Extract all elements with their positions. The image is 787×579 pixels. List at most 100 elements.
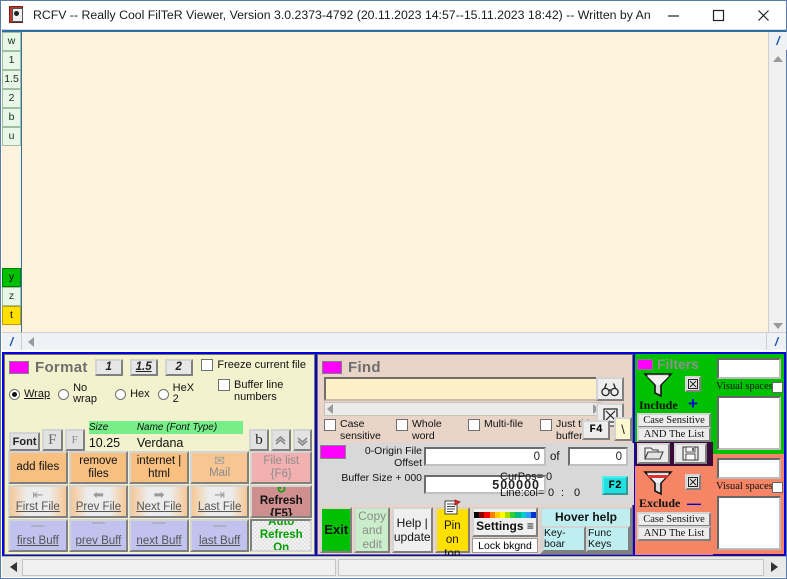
font-bold-button[interactable]: b [248,429,270,451]
f2-button[interactable]: F2 [602,476,628,495]
prev-buff-button[interactable]: ⎺ prev Buff [68,519,129,552]
font-bigger-button[interactable]: F [42,429,63,451]
vertical-scroll-track[interactable] [769,67,787,316]
radio-wrap[interactable]: Wrap [9,388,50,400]
gutter-button-1-5[interactable]: 1.5 [2,70,21,89]
last-file-button[interactable]: ⇥ Last File [189,485,250,518]
filters-color-swatch[interactable] [637,358,653,370]
remove-files-button[interactable]: remove files [68,451,129,484]
keyboard-help-button[interactable]: Key-boar [542,526,587,552]
find-color-swatch[interactable] [322,360,342,374]
next-file-button[interactable]: ➡ Next File [129,485,189,518]
font-smaller-button[interactable]: F [64,429,85,451]
gutter-button-1[interactable]: 1 [2,51,21,70]
exclude-clear-filter-icon[interactable] [685,474,701,490]
next-buff-button[interactable]: ⎺ next Buff [129,519,189,552]
backslash-button[interactable]: \ [614,417,632,441]
freeze-checkbox-box[interactable] [201,359,214,371]
file-total-input[interactable]: 0 [568,447,628,466]
internet-html-button[interactable]: internet | html [129,451,189,484]
radio-no-wrap[interactable]: No wrap [58,383,107,405]
lock-bkgnd-button[interactable]: Lock bkgnd [472,538,539,553]
refresh-button[interactable]: ↻ Refresh {F5} [250,485,313,518]
include-clear-filter-icon[interactable] [685,376,701,392]
text-content-pane[interactable] [23,32,768,334]
chevron-down-icon[interactable] [292,429,312,451]
help-update-button[interactable]: Help | update [391,507,433,553]
buffer-line-numbers-checkbox[interactable]: Buffer line numbers [218,379,306,403]
auto-refresh-button[interactable]: Auto Refresh On [250,519,313,552]
scroll-up-arrow[interactable] [769,50,787,67]
format-size-15-button[interactable]: 1.5 [129,358,158,376]
exclude-case-sensitive-button[interactable]: Case Sensitive [637,512,711,527]
maximize-button[interactable] [696,1,741,29]
hscroll-slash-button-left[interactable]: / [2,333,22,350]
exclude-and-the-list-button[interactable]: AND The List [637,526,711,541]
file-offset-input[interactable]: 0 [424,447,546,466]
gutter-button-2[interactable]: 2 [2,89,21,108]
binoculars-icon[interactable] [596,377,624,401]
format-color-swatch[interactable] [9,360,29,374]
format-size-1-button[interactable]: 1 [94,358,123,376]
vscroll-slash-button[interactable]: / [769,32,787,50]
offset-color-swatch[interactable] [320,445,346,459]
copy-and-edit-button[interactable]: Copy and edit [354,507,390,553]
status-scroll-thumb[interactable] [22,558,336,576]
last-buff-button[interactable]: ⎻ last Buff [189,519,250,552]
gutter-button-u[interactable]: u [2,127,21,146]
add-files-button[interactable]: add files [8,451,68,484]
f4-button[interactable]: F4 [582,420,610,440]
just-this-buffer-box[interactable] [540,419,552,431]
format-size-2-button[interactable]: 2 [164,358,193,376]
gutter-button-w[interactable]: w [2,32,21,51]
font-button[interactable]: Font [9,432,41,451]
include-filter-input[interactable] [717,358,781,379]
bottom-scrollbar[interactable] [2,556,786,577]
exclude-filter-input[interactable] [717,458,781,479]
file-list-button[interactable]: File list {F6} [250,451,313,484]
prev-file-button[interactable]: ⬅ Prev File [68,485,129,518]
save-icon[interactable] [674,443,707,464]
horizontal-scroll-track[interactable] [40,333,766,350]
first-buff-button[interactable]: ⎻ first Buff [8,519,68,552]
include-filter-list[interactable] [717,396,781,450]
multi-file-box[interactable] [468,419,480,431]
status-scroll-left-arrow[interactable] [5,558,22,576]
vertical-scrollbar[interactable]: / [768,32,787,334]
radio-wrap-dot[interactable] [9,388,20,400]
first-file-button[interactable]: ⇤ First File [8,485,68,518]
hscroll-slash-button-right[interactable]: / [766,333,786,350]
chevron-up-icon[interactable] [271,429,291,451]
include-and-the-list-button[interactable]: AND The List [637,427,711,442]
exit-button[interactable]: Exit [320,507,353,553]
radio-hex2-dot[interactable] [157,388,169,400]
mail-button[interactable]: ✉ Mail [189,451,250,484]
whole-word-checkbox[interactable]: Whole word [396,418,468,442]
exclude-visual-spaces-checkbox[interactable] [772,482,783,493]
status-scroll-right-arrow[interactable] [766,559,783,576]
minimize-button[interactable] [651,1,696,29]
radio-hex2[interactable]: HeX 2 [157,383,203,405]
pin-on-top-button[interactable]: Pin on top [434,499,471,560]
exclude-remove-icon[interactable]: — [687,496,701,510]
open-folder-icon[interactable] [637,443,670,464]
gutter-button-t[interactable]: t [2,306,21,325]
status-scroll-track[interactable] [338,558,764,576]
radio-no-wrap-dot[interactable] [58,388,70,400]
include-add-icon[interactable]: + [688,395,698,412]
whole-word-box[interactable] [396,419,408,431]
close-button[interactable] [741,1,786,29]
multi-file-checkbox[interactable]: Multi-file [468,418,540,442]
font-display[interactable]: Size Name (Font Type) 10.25 Verdana [88,421,243,451]
gutter-button-y[interactable]: y [2,268,21,287]
radio-hex[interactable]: Hex [115,388,150,400]
search-input[interactable] [324,377,602,401]
case-sensitive-box[interactable] [324,419,336,431]
include-case-sensitive-button[interactable]: Case Sensitive [637,413,711,428]
gutter-button-b[interactable]: b [2,108,21,127]
freeze-current-file-checkbox[interactable]: Freeze current file [201,359,306,371]
find-input-scrollbar[interactable] [324,402,602,416]
radio-hex-dot[interactable] [115,388,127,400]
case-sensitive-checkbox[interactable]: Case sensitive [324,418,396,442]
gutter-button-z[interactable]: z [2,287,21,306]
